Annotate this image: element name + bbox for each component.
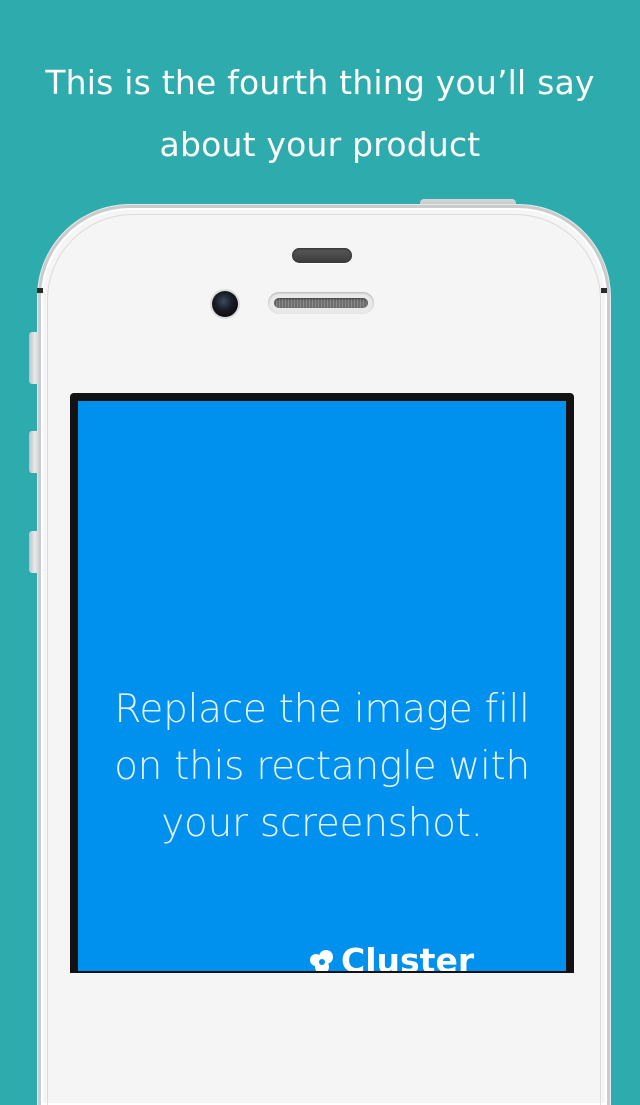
headline: This is the fourth thing you’ll say abou… xyxy=(0,52,640,176)
left-antenna-mark xyxy=(37,288,43,293)
volume-down-button xyxy=(29,531,39,573)
mute-switch xyxy=(29,332,39,384)
placeholder-line-1: Replace the image fill xyxy=(114,687,530,732)
headline-line-2: about your product xyxy=(159,125,481,164)
speaker-grille xyxy=(274,298,368,308)
earpiece-speaker xyxy=(268,292,374,314)
placeholder-text: Replace the image fill on this rectangle… xyxy=(78,681,566,852)
screenshot-placeholder: Replace the image fill on this rectangle… xyxy=(78,401,566,971)
front-camera-icon xyxy=(212,291,238,317)
placeholder-line-3: your screenshot. xyxy=(161,801,483,846)
placeholder-line-2: on this rectangle with xyxy=(114,744,530,789)
proximity-sensor xyxy=(292,248,352,263)
right-antenna-mark xyxy=(601,288,607,293)
volume-up-button xyxy=(29,431,39,473)
brand-logo: Cluster xyxy=(306,944,474,971)
brand-name: Cluster xyxy=(341,941,475,971)
headline-line-1: This is the fourth thing you’ll say xyxy=(45,63,595,102)
